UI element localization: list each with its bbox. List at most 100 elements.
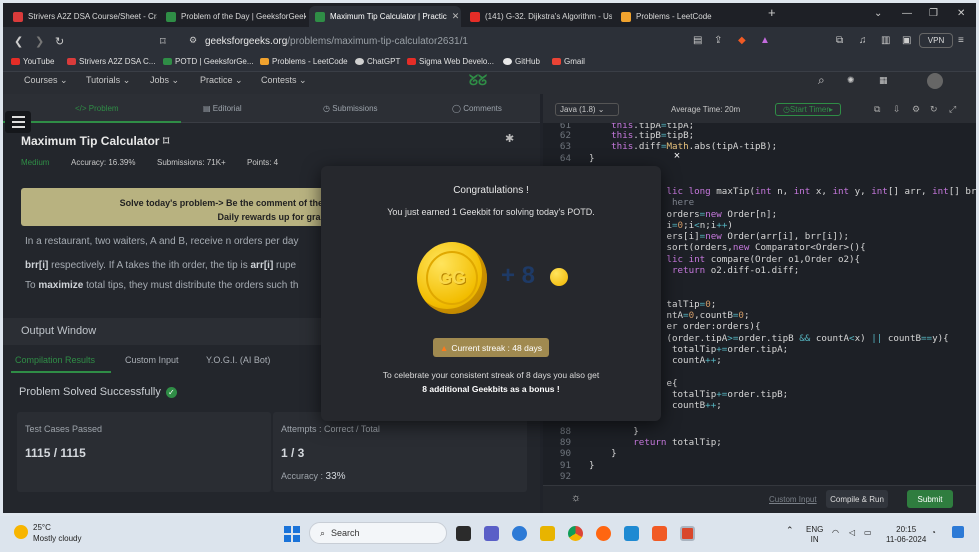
tab-leetcode[interactable]: Problems - LeetCode: [615, 6, 761, 27]
language-select[interactable]: Java (1.8) ⌄: [555, 103, 619, 116]
check-circle-icon: ✓: [165, 386, 177, 398]
notes-icon[interactable]: ▦: [879, 75, 888, 86]
hamburger-menu-icon[interactable]: [5, 111, 31, 133]
windows-start-icon[interactable]: [284, 526, 300, 542]
weather-widget[interactable]: 25°C Mostly cloudy: [14, 522, 81, 544]
extensions-icon[interactable]: ⧉: [836, 35, 843, 46]
address-bar: ❮ ❯ ↻ ⌑ ⚙ geeksforgeeks.org/problems/max…: [3, 27, 976, 55]
maximize-icon[interactable]: ❐: [929, 8, 938, 19]
close-icon[interactable]: ×: [669, 148, 685, 164]
chevron-down-icon[interactable]: ⌄: [874, 8, 882, 19]
lightbulb-icon[interactable]: ☼: [571, 492, 581, 504]
clock[interactable]: 20:15 11-06-2024: [886, 525, 926, 545]
volume-icon[interactable]: ◁: [849, 528, 855, 538]
download-icon[interactable]: ⇩: [893, 104, 901, 115]
page-title: Maximum Tip Calculator ⌑: [21, 134, 170, 148]
bookmark-strivers[interactable]: Strivers A2Z DSA C...: [67, 57, 155, 66]
youtube-like-icon: [13, 11, 23, 22]
music-icon[interactable]: ♫: [859, 35, 867, 46]
chrome-icon[interactable]: [568, 526, 583, 541]
tab-dijkstra[interactable]: (141) G-32. Dijkstra's Algorithm - Us: [464, 6, 612, 27]
firefox-icon[interactable]: [596, 526, 611, 541]
teams-icon[interactable]: [484, 526, 499, 541]
nav-courses[interactable]: Courses ⌄: [24, 75, 68, 86]
tab-problem[interactable]: </> Problem: [75, 104, 119, 113]
bookmark-sigma[interactable]: Sigma Web Develo...: [407, 57, 494, 66]
tab-yogi-bot[interactable]: Y.O.G.I. (AI Bot): [206, 355, 270, 365]
potd-banner[interactable]: Solve today's problem-> Be the comment o…: [21, 188, 339, 226]
wifi-icon[interactable]: ◠: [832, 528, 839, 538]
tab-editorial[interactable]: ▤ Editorial: [203, 104, 242, 113]
fullscreen-icon[interactable]: ⤢: [949, 104, 956, 115]
file-explorer-icon[interactable]: [540, 526, 555, 541]
gmail-icon: [552, 58, 561, 65]
gfg-logo-icon[interactable]: ᘜᘜ: [469, 72, 487, 89]
minimize-icon[interactable]: —: [902, 8, 912, 19]
url-field[interactable]: geeksforgeeks.org/problems/maximum-tip-c…: [205, 36, 468, 47]
tab-strivers[interactable]: Strivers A2Z DSA Course/Sheet - Cra: [7, 6, 157, 27]
brave-rewards-icon[interactable]: ▲: [760, 35, 770, 46]
site-info-icon[interactable]: ⚙: [189, 35, 197, 46]
settings-icon[interactable]: ⚙: [912, 104, 920, 115]
bookmark-chatgpt[interactable]: ChatGPT: [355, 57, 400, 66]
bookmark-icon[interactable]: ⌑: [160, 35, 166, 48]
battery-icon[interactable]: ▭: [864, 528, 872, 538]
close-tab-icon[interactable]: ✕: [452, 11, 460, 22]
tab-comments[interactable]: ◯ Comments: [452, 104, 502, 113]
wallet-icon[interactable]: ▣: [902, 35, 911, 46]
reload-icon[interactable]: ↻: [55, 35, 64, 48]
reset-icon[interactable]: ↻: [930, 104, 938, 115]
reader-icon[interactable]: ▤: [693, 35, 702, 46]
chevron-up-icon[interactable]: ⌃: [786, 525, 794, 535]
forward-icon[interactable]: ❯: [35, 35, 44, 48]
compile-run-button[interactable]: Compile & Run: [826, 490, 888, 508]
nav-practice[interactable]: Practice ⌄: [200, 75, 243, 86]
bookmark-icon[interactable]: ⌑: [159, 134, 169, 148]
taskbar-search[interactable]: ⌕ Search: [309, 522, 447, 544]
bookmark-gmail[interactable]: Gmail: [552, 57, 585, 66]
nav-contests[interactable]: Contests ⌄: [261, 75, 307, 86]
brave-icon[interactable]: [652, 526, 667, 541]
bookmark-github[interactable]: GitHub: [503, 57, 540, 66]
avatar[interactable]: [927, 73, 943, 89]
brave-shield-icon[interactable]: ◆: [738, 35, 746, 46]
copilot-icon[interactable]: [952, 526, 964, 538]
tab-potd[interactable]: Problem of the Day | GeeksforGeeks: [160, 6, 306, 27]
nav-jobs[interactable]: Jobs ⌄: [150, 75, 179, 86]
start-timer-button[interactable]: ◷ Start Timer ▸: [775, 103, 841, 116]
description-line-1: In a restaurant, two waiters, A and B, r…: [25, 236, 299, 247]
tab-submissions[interactable]: ◷ Submissions: [323, 104, 378, 113]
theme-toggle-icon[interactable]: ✺: [847, 75, 855, 86]
task-view-icon[interactable]: [456, 526, 471, 541]
search-icon[interactable]: ⌕: [818, 73, 825, 88]
share-icon[interactable]: ⇪: [714, 35, 722, 46]
attempts-card: Attempts : Correct / Total 1 / 3 Accurac…: [273, 412, 527, 492]
bookmark-youtube[interactable]: YouTube: [11, 57, 54, 66]
nav-tutorials[interactable]: Tutorials ⌄: [86, 75, 130, 86]
language-indicator[interactable]: ENG IN: [806, 525, 823, 545]
sidebar-icon[interactable]: ▥: [881, 35, 890, 46]
custom-input-link[interactable]: Custom Input: [769, 495, 817, 504]
menu-icon[interactable]: ≡: [958, 35, 964, 46]
modal-footer-text: To celebrate your consistent streak of 8…: [382, 370, 600, 380]
streak-badge: ▲ Current streak : 48 days: [433, 338, 549, 357]
notification-bell-icon[interactable]: ◔: [931, 528, 936, 538]
tab-custom-input[interactable]: Custom Input: [125, 355, 179, 365]
bookmark-leetcode[interactable]: Problems - LeetCode: [260, 57, 348, 66]
copy-icon[interactable]: ⧉: [874, 104, 880, 115]
bookmark-potd[interactable]: POTD | GeeksforGe...: [163, 57, 254, 66]
back-icon[interactable]: ❮: [14, 35, 23, 48]
help-icon[interactable]: [512, 526, 527, 541]
modal-bonus-text: 8 additional Geekbits as a bonus !: [422, 384, 560, 394]
close-window-icon[interactable]: ✕: [957, 8, 965, 19]
vpn-button[interactable]: VPN: [919, 33, 953, 48]
new-tab-button[interactable]: +: [768, 5, 776, 20]
submit-button[interactable]: Submit: [907, 490, 953, 508]
brave-active-icon[interactable]: [680, 526, 695, 541]
search-icon: ⌕: [320, 527, 326, 538]
vscode-icon[interactable]: [624, 526, 639, 541]
leetcode-icon: [260, 58, 269, 65]
tab-compilation-results[interactable]: Compilation Results: [15, 355, 95, 365]
report-bug-icon[interactable]: ✱: [505, 132, 514, 145]
tab-maximum-tip[interactable]: Maximum Tip Calculator | Practic ✕: [309, 6, 461, 27]
